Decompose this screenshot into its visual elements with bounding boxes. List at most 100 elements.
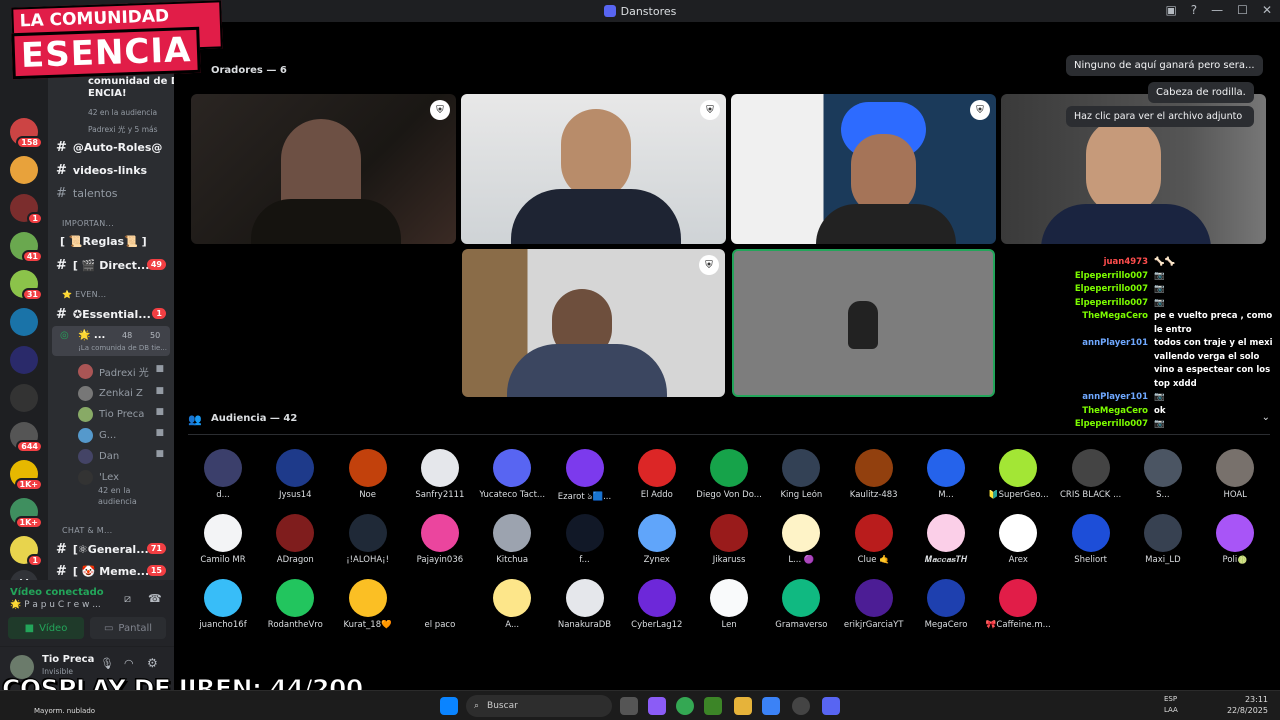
speaker-tile[interactable]: ⛨	[461, 94, 726, 244]
chat-username[interactable]: Elpeperrillo007	[1068, 284, 1148, 294]
audience-member[interactable]: f...	[550, 514, 620, 565]
video-button[interactable]: ■ Vídeo	[8, 617, 84, 639]
clock-time[interactable]: 23:11	[1222, 695, 1268, 704]
audience-member[interactable]: M...	[911, 449, 981, 500]
settings-icon[interactable]: ⚙	[147, 656, 158, 670]
speaker-tile-avatar[interactable]	[732, 249, 995, 397]
clock-date[interactable]: 22/8/2025	[1222, 706, 1268, 715]
inbox-icon[interactable]: ▣	[1165, 3, 1176, 17]
speaker-tile[interactable]: ⛨	[191, 94, 456, 244]
audience-member[interactable]: ¡!ALOHA¡!	[333, 514, 403, 565]
channel-directo[interactable]: [ 🎬 Direct...	[56, 258, 149, 273]
voice-user[interactable]: Zenkai Z	[78, 386, 143, 401]
audience-member[interactable]: CyberLag12	[622, 579, 692, 630]
audience-member[interactable]: King León	[766, 449, 836, 500]
audience-member[interactable]: NanakuraDB	[550, 579, 620, 630]
server-icon[interactable]: 41	[10, 232, 43, 263]
audience-member[interactable]: El Addo	[622, 449, 692, 500]
channel-essential[interactable]: ✪Essential...	[56, 307, 151, 322]
language-2[interactable]: LAA	[1164, 706, 1178, 714]
audience-member[interactable]: Sheliort	[1056, 514, 1126, 565]
server-icon[interactable]: 644	[10, 422, 43, 453]
chat-username[interactable]: Elpeperrillo007	[1068, 419, 1148, 429]
chevron-down-icon[interactable]: ⌄	[1262, 412, 1270, 423]
task-view-icon[interactable]	[620, 697, 638, 715]
server-icon[interactable]: 31	[10, 270, 43, 301]
audience-member[interactable]: d...	[188, 449, 258, 500]
channel-auto-roles[interactable]: @Auto-Roles@	[56, 140, 163, 155]
category-eventos[interactable]: ⭐ EVEN...	[62, 290, 106, 299]
store-icon[interactable]	[762, 697, 780, 715]
audience-member[interactable]: Sanfry2111	[405, 449, 475, 500]
start-icon[interactable]	[440, 697, 458, 715]
folder-icon[interactable]	[734, 697, 752, 715]
audience-member[interactable]: S...	[1128, 449, 1198, 500]
chat-username[interactable]: annPlayer101	[1068, 392, 1148, 402]
maximize-button[interactable]: ☐	[1237, 3, 1248, 17]
voice-user[interactable]: Padrexi 光	[78, 364, 149, 379]
category-chat[interactable]: CHAT & M...	[62, 526, 113, 535]
copilot-icon[interactable]	[648, 697, 666, 715]
voice-channel[interactable]: 🌟 P a p u C r e w ...	[10, 600, 101, 610]
channel-memes[interactable]: [ 🤡 Meme...	[56, 564, 149, 579]
audience-member[interactable]: ADragon	[260, 514, 330, 565]
audience-member[interactable]: 🎀Caffeine.m...	[983, 579, 1053, 630]
close-button[interactable]: ✕	[1262, 3, 1272, 17]
audience-member[interactable]: Camilo MR	[188, 514, 258, 565]
category-importante[interactable]: IMPORTAN...	[62, 219, 114, 228]
audience-member[interactable]: 🔰SuperGeo...	[983, 449, 1053, 500]
audience-member[interactable]: erikjrGarciaYT	[839, 579, 909, 630]
chat-username[interactable]: TheMegaCero	[1068, 311, 1148, 321]
language-1[interactable]: ESP	[1164, 695, 1177, 703]
audience-member[interactable]: Kurat_18🧡	[333, 579, 403, 630]
audience-member[interactable]: Arex	[983, 514, 1053, 565]
audience-member[interactable]: Clue 🤙	[839, 514, 909, 565]
audience-member[interactable]: Poli🍈	[1200, 514, 1270, 565]
server-icon[interactable]	[10, 384, 38, 412]
headphones-icon[interactable]: ◠	[124, 657, 134, 670]
channel-general[interactable]: [⚛General...	[56, 542, 149, 557]
audience-member[interactable]: Yucateco Tact...	[477, 449, 547, 500]
chat-username[interactable]: Elpeperrillo007	[1068, 271, 1148, 281]
audience-member[interactable]: Noe	[333, 449, 403, 500]
app-icon[interactable]	[792, 697, 810, 715]
attachment-bubble[interactable]: Haz clic para ver el archivo adjunto	[1066, 106, 1254, 127]
chrome-icon[interactable]	[676, 697, 694, 715]
screen-share-button[interactable]: ▭ Pantall	[90, 617, 166, 639]
audience-member[interactable]: 𝑴𝒂𝒄𝒄𝒂𝒔𝑻𝑯	[911, 514, 981, 565]
minecraft-icon[interactable]	[704, 697, 722, 715]
audience-member[interactable]: L... 🟣	[766, 514, 836, 565]
audience-member[interactable]: Jikaruss	[694, 514, 764, 565]
discord-icon[interactable]	[822, 697, 840, 715]
audience-member[interactable]: HOAL	[1200, 449, 1270, 500]
stage-channel-active[interactable]: ◎ 🌟 ... 48 50 ¡La comunida de DB tie...	[52, 326, 170, 356]
chat-username[interactable]: Elpeperrillo007	[1068, 298, 1148, 308]
audience-member[interactable]: el paco	[405, 579, 475, 630]
disconnect-icon[interactable]: ☎	[148, 592, 162, 605]
audience-member[interactable]: Len	[694, 579, 764, 630]
chat-username[interactable]: TheMegaCero	[1068, 406, 1148, 416]
audience-member[interactable]: juancho16f	[188, 579, 258, 630]
server-icon[interactable]	[10, 156, 38, 184]
audience-member[interactable]: Gramaverso	[766, 579, 836, 630]
voice-user[interactable]: G...	[78, 428, 116, 443]
server-icon[interactable]	[10, 346, 38, 374]
audience-member[interactable]: A...	[477, 579, 547, 630]
server-icon[interactable]: 1	[10, 194, 43, 225]
minimize-button[interactable]: —	[1211, 3, 1223, 17]
audience-member[interactable]: CRIS BLACK ...	[1056, 449, 1126, 500]
channel-reglas[interactable]: [ 📜Reglas📜 ]	[60, 235, 147, 248]
audience-member[interactable]: Pajayin036	[405, 514, 475, 565]
search-box[interactable]: ⌕ Buscar	[466, 695, 612, 717]
audience-member[interactable]: RodantheVro	[260, 579, 330, 630]
mic-icon[interactable]: 🎙	[100, 657, 114, 670]
audience-member[interactable]: Kaulitz-483	[839, 449, 909, 500]
audience-member[interactable]: Ezarot ঌ🟦...	[550, 449, 620, 504]
chat-username[interactable]: annPlayer101	[1068, 338, 1148, 348]
server-icon[interactable]: 158	[10, 118, 43, 149]
speaker-tile[interactable]: ⛨	[731, 94, 996, 244]
audience-member[interactable]: Jysus14	[260, 449, 330, 500]
audience-member[interactable]: Zynex	[622, 514, 692, 565]
server-icon[interactable]: 1	[10, 536, 43, 567]
channel-videos-links[interactable]: videos-links	[56, 163, 147, 178]
